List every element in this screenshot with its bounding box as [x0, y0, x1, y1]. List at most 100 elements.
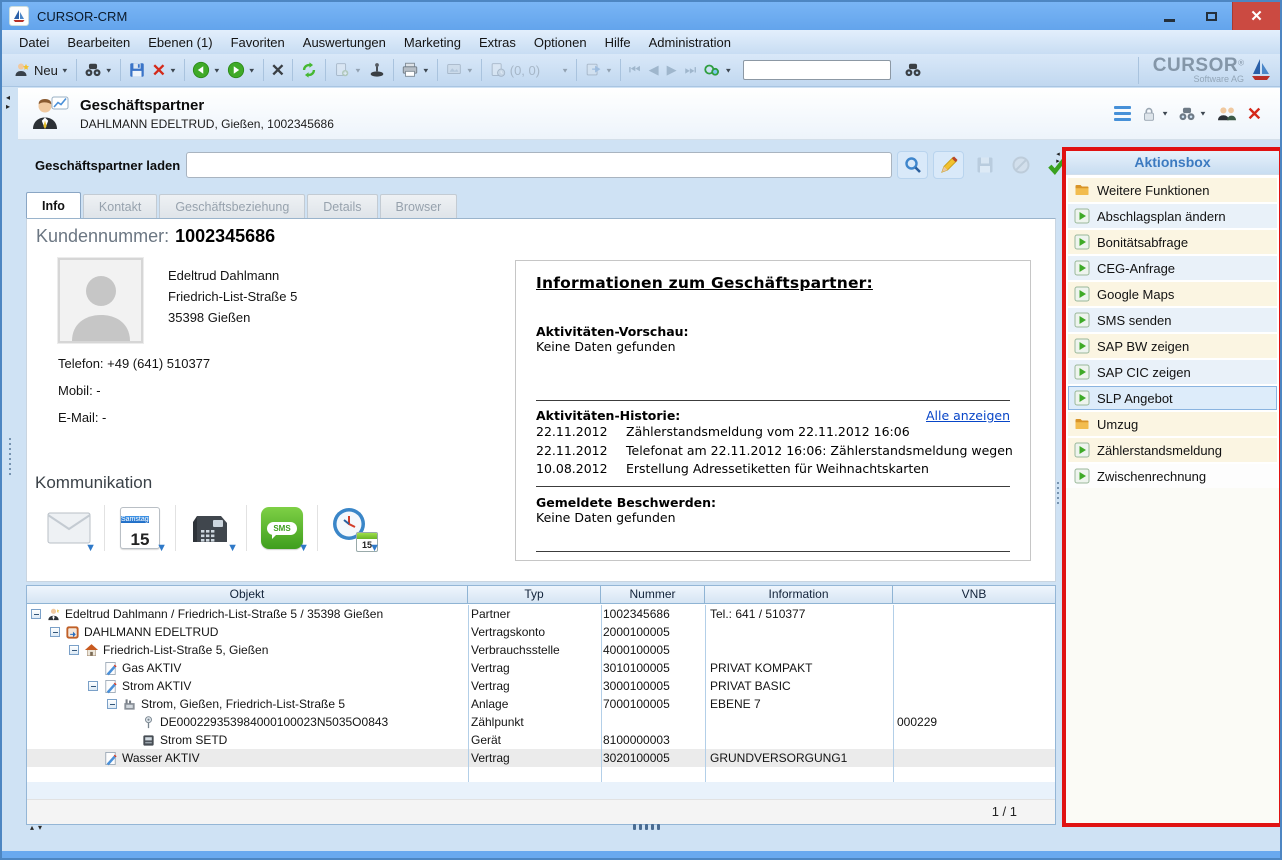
chevron-down-icon[interactable]: ▼	[422, 66, 430, 73]
aktionsbox-item-ceg-anfrage[interactable]: CEG-Anfrage	[1068, 256, 1277, 280]
column-header-information[interactable]: Information	[705, 586, 893, 603]
aktionsbox-item-abschlagsplan-aendern[interactable]: Abschlagsplan ändern	[1068, 204, 1277, 228]
tab-browser[interactable]: Browser	[380, 194, 458, 218]
menu-datei[interactable]: Datei	[10, 32, 58, 53]
close-button[interactable]: ✕	[1232, 2, 1280, 30]
menu-optionen[interactable]: Optionen	[525, 32, 596, 53]
close-view-button[interactable]: ✕	[1247, 106, 1262, 122]
tab-geschaeftsbeziehung[interactable]: Geschäftsbeziehung	[159, 194, 305, 218]
chevron-down-icon[interactable]: ▼	[248, 66, 256, 73]
phone-call-button[interactable]: ▼	[182, 501, 240, 555]
joystick-button[interactable]	[365, 59, 389, 81]
menu-extras[interactable]: Extras	[470, 32, 525, 53]
print-button[interactable]: ▼	[398, 59, 433, 81]
toolbar-search-button[interactable]: ▼	[81, 59, 116, 81]
edit-button[interactable]	[933, 151, 964, 179]
aktionsbox-splitter[interactable]: ◂▸	[1054, 147, 1062, 827]
chevron-down-icon[interactable]: ▼	[1161, 110, 1169, 117]
new-record-button[interactable]: Neu ▼	[10, 59, 72, 81]
left-splitter[interactable]: ◂▸	[2, 88, 18, 848]
send-email-button[interactable]: ▼	[40, 501, 98, 555]
column-header-objekt[interactable]: Objekt	[27, 586, 468, 603]
alle-anzeigen-link[interactable]: Alle anzeigen	[926, 408, 1010, 423]
forward-button[interactable]: ▼	[224, 59, 259, 81]
menu-marketing[interactable]: Marketing	[395, 32, 470, 53]
aktionsbox-item-sap-bw-zeigen[interactable]: SAP BW zeigen	[1068, 334, 1277, 358]
aktionsbox-item-sms-senden[interactable]: SMS senden	[1068, 308, 1277, 332]
discard-button[interactable]	[1005, 151, 1036, 179]
new-appointment-button[interactable]: Samstag 15 ▼	[111, 501, 169, 555]
chevron-down-icon[interactable]: ▼	[369, 542, 380, 554]
aktionsbox-item-google-maps[interactable]: Google Maps	[1068, 282, 1277, 306]
chevron-down-icon[interactable]: ▼	[61, 66, 69, 73]
nav-last-button[interactable]: ⏭	[685, 62, 697, 78]
quick-search-input[interactable]	[743, 60, 891, 80]
table-row[interactable]: Gas AKTIV Vertrag 3010100005 PRIVAT KOMP…	[27, 659, 1055, 677]
collapse-right-icon[interactable]: ◂▸	[1054, 147, 1062, 165]
cancel-button[interactable]: ✕	[268, 61, 288, 80]
nav-first-button[interactable]: ⏮	[629, 62, 641, 78]
splitter-handle[interactable]	[9, 438, 11, 475]
tab-info[interactable]: Info	[26, 192, 81, 218]
aktionsbox-item-slp-angebot[interactable]: SLP Angebot	[1068, 386, 1277, 410]
new-task-button[interactable]: 15 ▼	[324, 501, 382, 555]
save-record-button[interactable]	[969, 151, 1000, 179]
table-row[interactable]: DAHLMANN EDELTRUD Vertragskonto 20001000…	[27, 623, 1055, 641]
collapse-expander-icon[interactable]	[50, 627, 60, 637]
collapse-expander-icon[interactable]	[69, 645, 79, 655]
table-row[interactable]: Strom, Gießen, Friedrich-List-Straße 5 A…	[27, 695, 1055, 713]
chevron-down-icon[interactable]: ▼	[105, 66, 113, 73]
table-row[interactable]: Strom SETD Gerät 8100000003	[27, 731, 1055, 749]
back-button[interactable]: ▼	[189, 59, 224, 81]
tab-details[interactable]: Details	[307, 194, 377, 218]
quick-search-button[interactable]	[901, 59, 925, 81]
record-count-button[interactable]: (0, 0) ▼	[486, 59, 572, 81]
export-button[interactable]: ▼	[581, 59, 616, 81]
load-search-button[interactable]	[897, 151, 928, 179]
chevron-down-icon[interactable]: ▼	[1199, 110, 1207, 117]
hamburger-menu-icon[interactable]	[1114, 106, 1131, 121]
nav-next-button[interactable]: ▶	[667, 62, 677, 78]
save-button[interactable]	[125, 59, 149, 81]
column-header-nummer[interactable]: Nummer	[601, 586, 705, 603]
minimize-button[interactable]	[1148, 2, 1190, 30]
query-mode-button[interactable]: ▼	[700, 59, 735, 81]
aktionsbox-item-weitere-funktionen[interactable]: Weitere Funktionen	[1068, 178, 1277, 202]
menu-ebenen[interactable]: Ebenen (1)	[139, 32, 221, 53]
table-row[interactable]: Friedrich-List-Straße 5, Gießen Verbrauc…	[27, 641, 1055, 659]
geschaeftspartner-laden-input[interactable]	[186, 152, 892, 178]
collapse-expander-icon[interactable]	[107, 699, 117, 709]
table-row[interactable]: Edeltrud Dahlmann / Friedrich-List-Straß…	[27, 605, 1055, 623]
aktionsbox-item-sap-cic-zeigen[interactable]: SAP CIC zeigen	[1068, 360, 1277, 384]
chevron-down-icon[interactable]: ▼	[213, 66, 221, 73]
aktionsbox-item-zwischenrechnung[interactable]: Zwischenrechnung	[1068, 464, 1277, 488]
chevron-down-icon[interactable]: ▼	[156, 542, 167, 554]
send-sms-button[interactable]: SMS ▼	[253, 501, 311, 555]
menu-auswertungen[interactable]: Auswertungen	[294, 32, 395, 53]
header-search-button[interactable]: ▼	[1178, 105, 1207, 123]
menu-administration[interactable]: Administration	[640, 32, 740, 53]
table-row[interactable]: DE000229353984000100023N5035O0843 Zählpu…	[27, 713, 1055, 731]
column-header-vnb[interactable]: VNB	[893, 586, 1055, 603]
menu-bearbeiten[interactable]: Bearbeiten	[58, 32, 139, 53]
bottom-splitter-arrows[interactable]: ▴▾	[30, 823, 46, 832]
collapse-expander-icon[interactable]	[88, 681, 98, 691]
bottom-splitter-handle[interactable]	[633, 824, 660, 830]
chevron-down-icon[interactable]: ▼	[169, 66, 177, 73]
menu-hilfe[interactable]: Hilfe	[596, 32, 640, 53]
screen-view-button[interactable]: ▼	[442, 59, 477, 81]
aktionsbox-item-bonitaetsabfrage[interactable]: Bonitätsabfrage	[1068, 230, 1277, 254]
table-row[interactable]: Strom AKTIV Vertrag 3000100005 PRIVAT BA…	[27, 677, 1055, 695]
nav-prev-button[interactable]: ◀	[649, 62, 659, 78]
lock-button[interactable]: ▼	[1140, 105, 1169, 123]
tab-kontakt[interactable]: Kontakt	[83, 194, 157, 218]
aktionsbox-item-umzug[interactable]: Umzug	[1068, 412, 1277, 436]
chevron-down-icon[interactable]: ▼	[724, 66, 732, 73]
column-header-typ[interactable]: Typ	[468, 586, 601, 603]
collapse-left-icon[interactable]: ◂▸	[2, 88, 18, 111]
contact-persons-button[interactable]	[1216, 105, 1238, 123]
collapse-expander-icon[interactable]	[31, 609, 41, 619]
chevron-down-icon[interactable]: ▼	[298, 542, 309, 554]
chevron-down-icon[interactable]: ▼	[227, 542, 238, 554]
splitter-handle[interactable]	[1057, 482, 1059, 504]
